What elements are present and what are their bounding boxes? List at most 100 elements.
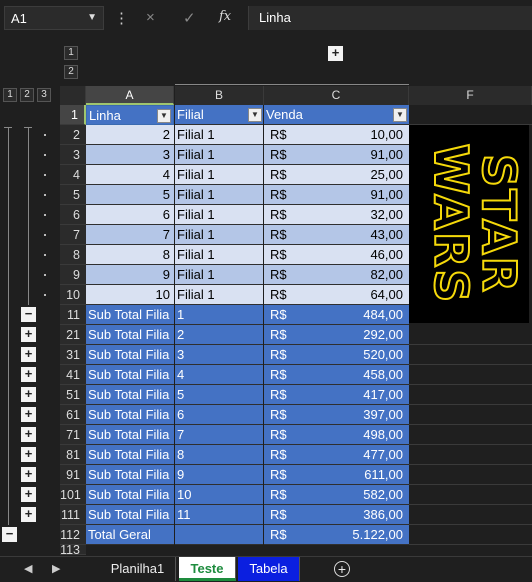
cell-venda[interactable]: R$ 397,00 [264, 405, 409, 425]
cell-subtotal-label[interactable]: Sub Total Filia [86, 465, 174, 485]
cell-subtotal-filial[interactable]: 4 [175, 365, 264, 385]
cell-venda[interactable]: R$ 498,00 [264, 425, 409, 445]
cell-venda[interactable]: R$ 25,00 [264, 165, 409, 185]
row-header[interactable]: 11 [60, 305, 86, 325]
cell-subtotal-label[interactable]: Sub Total Filia [86, 365, 174, 385]
col-outline-level-1[interactable]: 1 [64, 46, 78, 60]
cell-linha[interactable]: 10 [86, 285, 174, 305]
collapse-group-button[interactable]: − [2, 527, 17, 542]
cell-f[interactable] [409, 105, 532, 125]
more-options-icon[interactable]: ⋮ [114, 9, 129, 27]
cell-f[interactable] [409, 365, 532, 385]
row-header[interactable]: 6 [60, 205, 86, 225]
cell-filial[interactable]: Filial 1 [175, 165, 264, 185]
row-header[interactable]: 2 [60, 125, 86, 145]
row-header[interactable]: 51 [60, 385, 86, 405]
row-header[interactable]: 5 [60, 185, 86, 205]
cell-subtotal-label[interactable]: Sub Total Filia [86, 485, 174, 505]
cell-venda[interactable]: R$ 520,00 [264, 345, 409, 365]
cell-subtotal-label[interactable]: Sub Total Filia [86, 345, 174, 365]
star-wars-logo-image[interactable]: STAR WARS [409, 125, 529, 323]
expand-group-button[interactable]: + [21, 507, 36, 522]
insert-function-icon[interactable]: fx [219, 9, 231, 24]
cell-linha[interactable]: 2 [86, 125, 174, 145]
next-sheet-icon[interactable]: ▶ [52, 562, 60, 575]
cell-f[interactable] [409, 465, 532, 485]
row-header[interactable]: 81 [60, 445, 86, 465]
name-box[interactable]: A1 ▼ [4, 6, 104, 30]
cell-venda[interactable]: R$ 64,00 [264, 285, 409, 305]
expand-group-button[interactable]: + [21, 447, 36, 462]
cell-subtotal-label[interactable]: Sub Total Filia [86, 385, 174, 405]
row-header[interactable]: 113 [60, 545, 86, 555]
cell-filial[interactable]: Filial 1 [175, 245, 264, 265]
cell-subtotal-filial[interactable]: 6 [175, 405, 264, 425]
cell-filial[interactable]: Filial 1 [175, 185, 264, 205]
cell-total-label[interactable]: Total Geral [86, 525, 174, 545]
cell-filial[interactable]: Filial 1 [175, 225, 264, 245]
header-filial[interactable]: Filial ▼ [175, 105, 264, 125]
sheet-tab-tabela[interactable]: Tabela [238, 557, 300, 581]
cell-filial[interactable]: Filial 1 [175, 125, 264, 145]
prev-sheet-icon[interactable]: ◀ [24, 562, 32, 575]
filter-dropdown-icon[interactable]: ▼ [393, 108, 407, 122]
cell-venda[interactable]: R$ 32,00 [264, 205, 409, 225]
row-outline-level-3[interactable]: 3 [37, 88, 51, 102]
expand-group-button[interactable]: + [21, 387, 36, 402]
cell-f[interactable] [409, 425, 532, 445]
expand-group-button[interactable]: + [21, 367, 36, 382]
cell-total-filial[interactable] [175, 525, 264, 545]
row-header[interactable]: 41 [60, 365, 86, 385]
cell-subtotal-label[interactable]: Sub Total Filia [86, 305, 174, 325]
cell-subtotal-label[interactable]: Sub Total Filia [86, 325, 174, 345]
cell-linha[interactable]: 7 [86, 225, 174, 245]
cell-f[interactable] [409, 445, 532, 465]
cell-venda[interactable]: R$ 611,00 [264, 465, 409, 485]
cell-subtotal-label[interactable]: Sub Total Filia [86, 405, 174, 425]
expand-columns-button[interactable]: + [328, 46, 343, 61]
row-header[interactable]: 3 [60, 145, 86, 165]
cell-venda[interactable]: R$ 91,00 [264, 185, 409, 205]
expand-group-button[interactable]: + [21, 407, 36, 422]
cell-subtotal-filial[interactable]: 8 [175, 445, 264, 465]
col-outline-level-2[interactable]: 2 [64, 65, 78, 79]
sheet-tab-teste[interactable]: Teste [179, 557, 236, 581]
cell-venda[interactable]: R$ 5.122,00 [264, 525, 409, 545]
cell-f[interactable] [409, 345, 532, 365]
cell-venda[interactable]: R$ 10,00 [264, 125, 409, 145]
cell-f[interactable] [409, 325, 532, 345]
row-outline-level-1[interactable]: 1 [3, 88, 17, 102]
cell-filial[interactable]: Filial 1 [175, 285, 264, 305]
row-header[interactable]: 71 [60, 425, 86, 445]
add-sheet-icon[interactable]: + [334, 561, 350, 577]
expand-group-button[interactable]: + [21, 487, 36, 502]
cell-linha[interactable]: 4 [86, 165, 174, 185]
cell-linha[interactable]: 9 [86, 265, 174, 285]
cancel-icon[interactable]: × [146, 9, 155, 26]
col-header-b[interactable]: B [175, 86, 264, 105]
cell-subtotal-filial[interactable]: 5 [175, 385, 264, 405]
filter-dropdown-icon[interactable]: ▼ [248, 108, 262, 122]
cell-filial[interactable]: Filial 1 [175, 145, 264, 165]
row-header[interactable]: 10 [60, 285, 86, 305]
row-header[interactable]: 101 [60, 485, 86, 505]
cell-subtotal-label[interactable]: Sub Total Filia [86, 425, 174, 445]
row-header[interactable]: 21 [60, 325, 86, 345]
sheet-tab-planilha1[interactable]: Planilha1 [100, 557, 176, 581]
cell-filial[interactable]: Filial 1 [175, 205, 264, 225]
cell-linha[interactable]: 5 [86, 185, 174, 205]
row-header[interactable]: 9 [60, 265, 86, 285]
row-header[interactable]: 7 [60, 225, 86, 245]
cell-subtotal-filial[interactable]: 2 [175, 325, 264, 345]
cell-venda[interactable]: R$ 417,00 [264, 385, 409, 405]
expand-group-button[interactable]: + [21, 347, 36, 362]
cell-filial[interactable]: Filial 1 [175, 265, 264, 285]
cell-venda[interactable]: R$ 484,00 [264, 305, 409, 325]
cell-subtotal-filial[interactable]: 11 [175, 505, 264, 525]
row-header[interactable]: 111 [60, 505, 86, 525]
cell-subtotal-filial[interactable]: 9 [175, 465, 264, 485]
header-venda[interactable]: Venda ▼ [264, 105, 409, 125]
filter-dropdown-icon[interactable]: ▼ [157, 109, 171, 123]
cell-f[interactable] [409, 525, 532, 545]
row-header[interactable]: 112 [60, 525, 86, 545]
